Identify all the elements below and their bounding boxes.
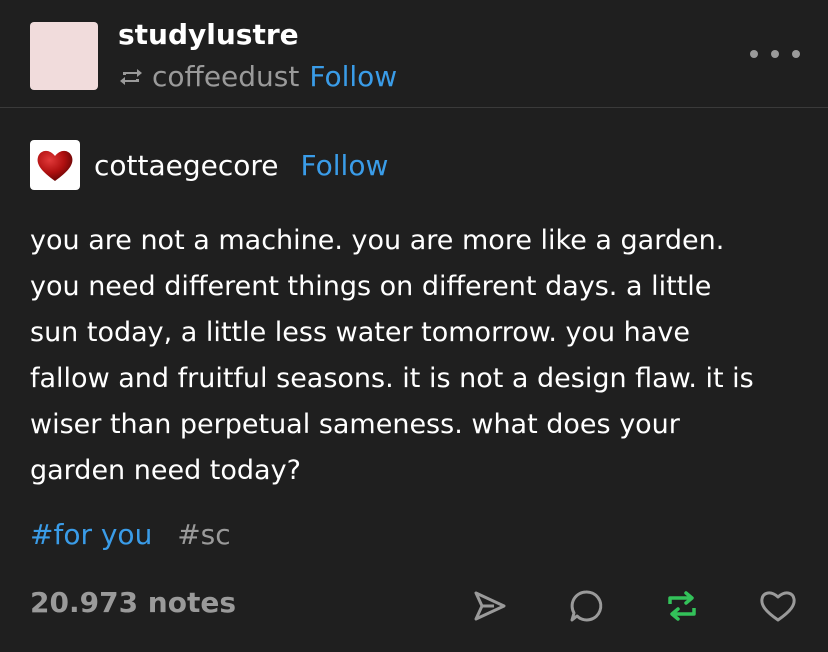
heart-avatar-icon (37, 150, 73, 181)
tag-sc[interactable]: #sc (177, 518, 230, 551)
post-tags: #for you #sc (30, 518, 231, 551)
source-blog: cottaegecore Follow (30, 140, 388, 190)
post-body: you are not a machine. you are more like… (30, 218, 810, 494)
avatar[interactable] (30, 22, 98, 90)
blog-name[interactable]: studylustre (118, 18, 299, 51)
reblog-icon[interactable] (662, 586, 702, 626)
more-options-icon[interactable] (750, 42, 800, 66)
post-actions (0, 586, 828, 626)
post-line: you are not a machine. you are more like… (30, 225, 725, 256)
post-line: sun today, a little less water tomorrow.… (30, 317, 690, 348)
source-blog-name[interactable]: cottaegecore (94, 149, 279, 182)
post-line: wiser than perpetual sameness. what does… (30, 409, 680, 440)
share-icon[interactable] (470, 586, 510, 626)
reblog-icon (120, 68, 142, 85)
source-avatar[interactable] (30, 140, 80, 190)
tag-for-you[interactable]: #for you (30, 518, 152, 551)
reblog-source-name[interactable]: coffeedust (152, 60, 299, 93)
post-line: garden need today? (30, 455, 301, 486)
reply-icon[interactable] (566, 586, 606, 626)
like-icon[interactable] (758, 586, 798, 626)
reblog-attribution: coffeedust Follow (118, 60, 397, 93)
post-line: fallow and fruitful seasons. it is not a… (30, 363, 754, 394)
source-follow-button[interactable]: Follow (301, 149, 389, 182)
follow-button[interactable]: Follow (309, 60, 397, 93)
post-header: studylustre coffeedust Follow (0, 0, 828, 108)
post-line: you need different things on different d… (30, 271, 712, 302)
